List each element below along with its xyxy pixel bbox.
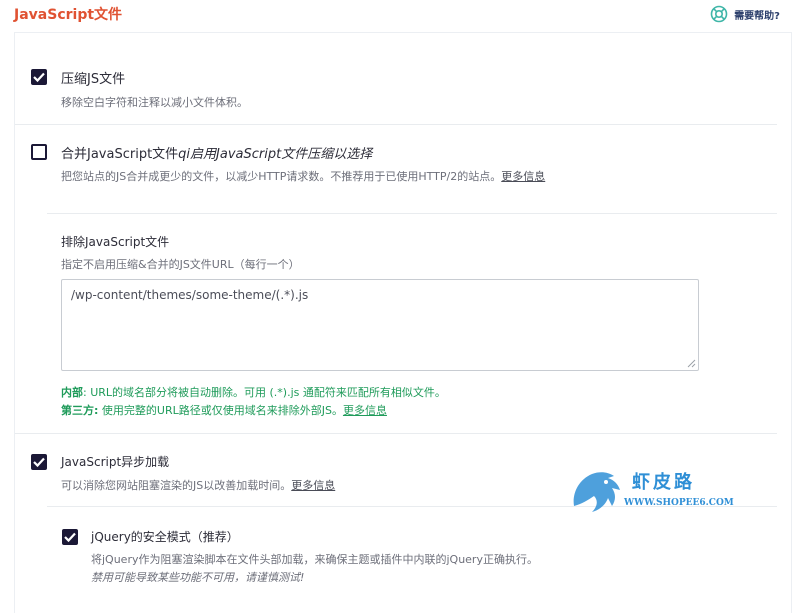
combine-js-label-note: qi启用JavaScript文件压缩以选择 <box>178 147 373 162</box>
defer-js-description: 可以消除您网站阻塞渲染的JS以改善加载时间。更多信息 <box>61 477 335 493</box>
settings-card: 压缩JS文件 移除空白字符和注释以减小文件体积。 合并JavaScript文件q… <box>14 32 792 613</box>
watermark-chinese-text: 虾皮路 <box>632 472 695 493</box>
divider <box>15 433 777 434</box>
combine-js-label: 合并JavaScript文件qi启用JavaScript文件压缩以选择 <box>61 143 372 162</box>
combine-js-label-text: 合并JavaScript文件 <box>61 147 179 162</box>
watermark: 虾皮路 WWW.SHOPEE6.COM <box>568 466 734 518</box>
section-title: JavaScript文件 <box>14 7 123 23</box>
minify-js-description: 移除空白字符和注释以减小文件体积。 <box>61 96 248 109</box>
combine-more-info-link[interactable]: 更多信息 <box>501 170 545 183</box>
third-party-note-text: 使用完整的URL路径或仅使用域名来排除外部JS。 <box>98 404 343 417</box>
resize-grip-icon[interactable] <box>686 358 696 368</box>
jquery-safe-mode-warning: 禁用可能导致某些功能不可用，请谨慎测试! <box>91 571 305 584</box>
minify-js-checkbox[interactable] <box>31 69 47 85</box>
exclude-js-textarea-value: /wp-content/themes/some-theme/(.*).js <box>71 288 309 302</box>
jquery-safe-mode-checkbox[interactable] <box>62 529 78 545</box>
defer-js-label: JavaScript异步加载 <box>61 455 170 469</box>
jquery-safe-mode-description: 将jQuery作为阻塞渲染脚本在文件头部加载，来确保主题或插件中内联的jQuer… <box>91 553 538 566</box>
defer-more-info-link[interactable]: 更多信息 <box>291 479 335 492</box>
divider <box>15 124 777 125</box>
section-header: JavaScript文件 需要帮助? <box>0 0 798 33</box>
check-icon <box>33 457 45 468</box>
defer-js-description-text: 可以消除您网站阻塞渲染的JS以改善加载时间。 <box>61 479 292 492</box>
exclude-internal-note: 内部: URL的域名部分将被自动删除。可用 (.*).js 通配符来匹配所有相似… <box>61 384 446 400</box>
check-icon <box>33 72 45 83</box>
defer-js-checkbox[interactable] <box>31 454 47 470</box>
third-party-note-label: 第三方: <box>61 404 99 417</box>
combine-js-checkbox[interactable] <box>31 144 47 160</box>
exclude-js-description: 指定不启用压缩&合并的JS文件URL（每行一个） <box>61 258 300 271</box>
watermark-url-text: WWW.SHOPEE6.COM <box>624 498 734 508</box>
minify-js-label: 压缩JS文件 <box>61 72 126 87</box>
exclude-third-party-note: 第三方: 使用完整的URL路径或仅使用域名来排除外部JS。更多信息 <box>61 402 387 418</box>
exclude-js-textarea[interactable]: /wp-content/themes/some-theme/(.*).js <box>61 279 699 371</box>
internal-note-text: : URL的域名部分将被自动删除。可用 (.*).js 通配符来匹配所有相似文件… <box>83 386 446 399</box>
help-link[interactable]: 需要帮助? <box>710 5 780 23</box>
jquery-safe-mode-label: jQuery的安全模式（推荐） <box>91 530 239 544</box>
combine-js-description: 把您站点的JS合并成更少的文件，以减少HTTP请求数。不推荐用于已使用HTTP/… <box>61 168 545 184</box>
help-label: 需要帮助? <box>734 10 780 22</box>
check-icon <box>64 532 76 543</box>
exclude-more-info-link[interactable]: 更多信息 <box>343 404 387 417</box>
combine-js-description-text: 把您站点的JS合并成更少的文件，以减少HTTP请求数。不推荐用于已使用HTTP/… <box>61 170 502 183</box>
divider <box>47 213 777 214</box>
internal-note-label: 内部 <box>61 386 83 399</box>
lifebuoy-icon <box>710 5 728 23</box>
exclude-js-title: 排除JavaScript文件 <box>61 235 170 249</box>
dragon-logo-icon <box>573 472 620 512</box>
